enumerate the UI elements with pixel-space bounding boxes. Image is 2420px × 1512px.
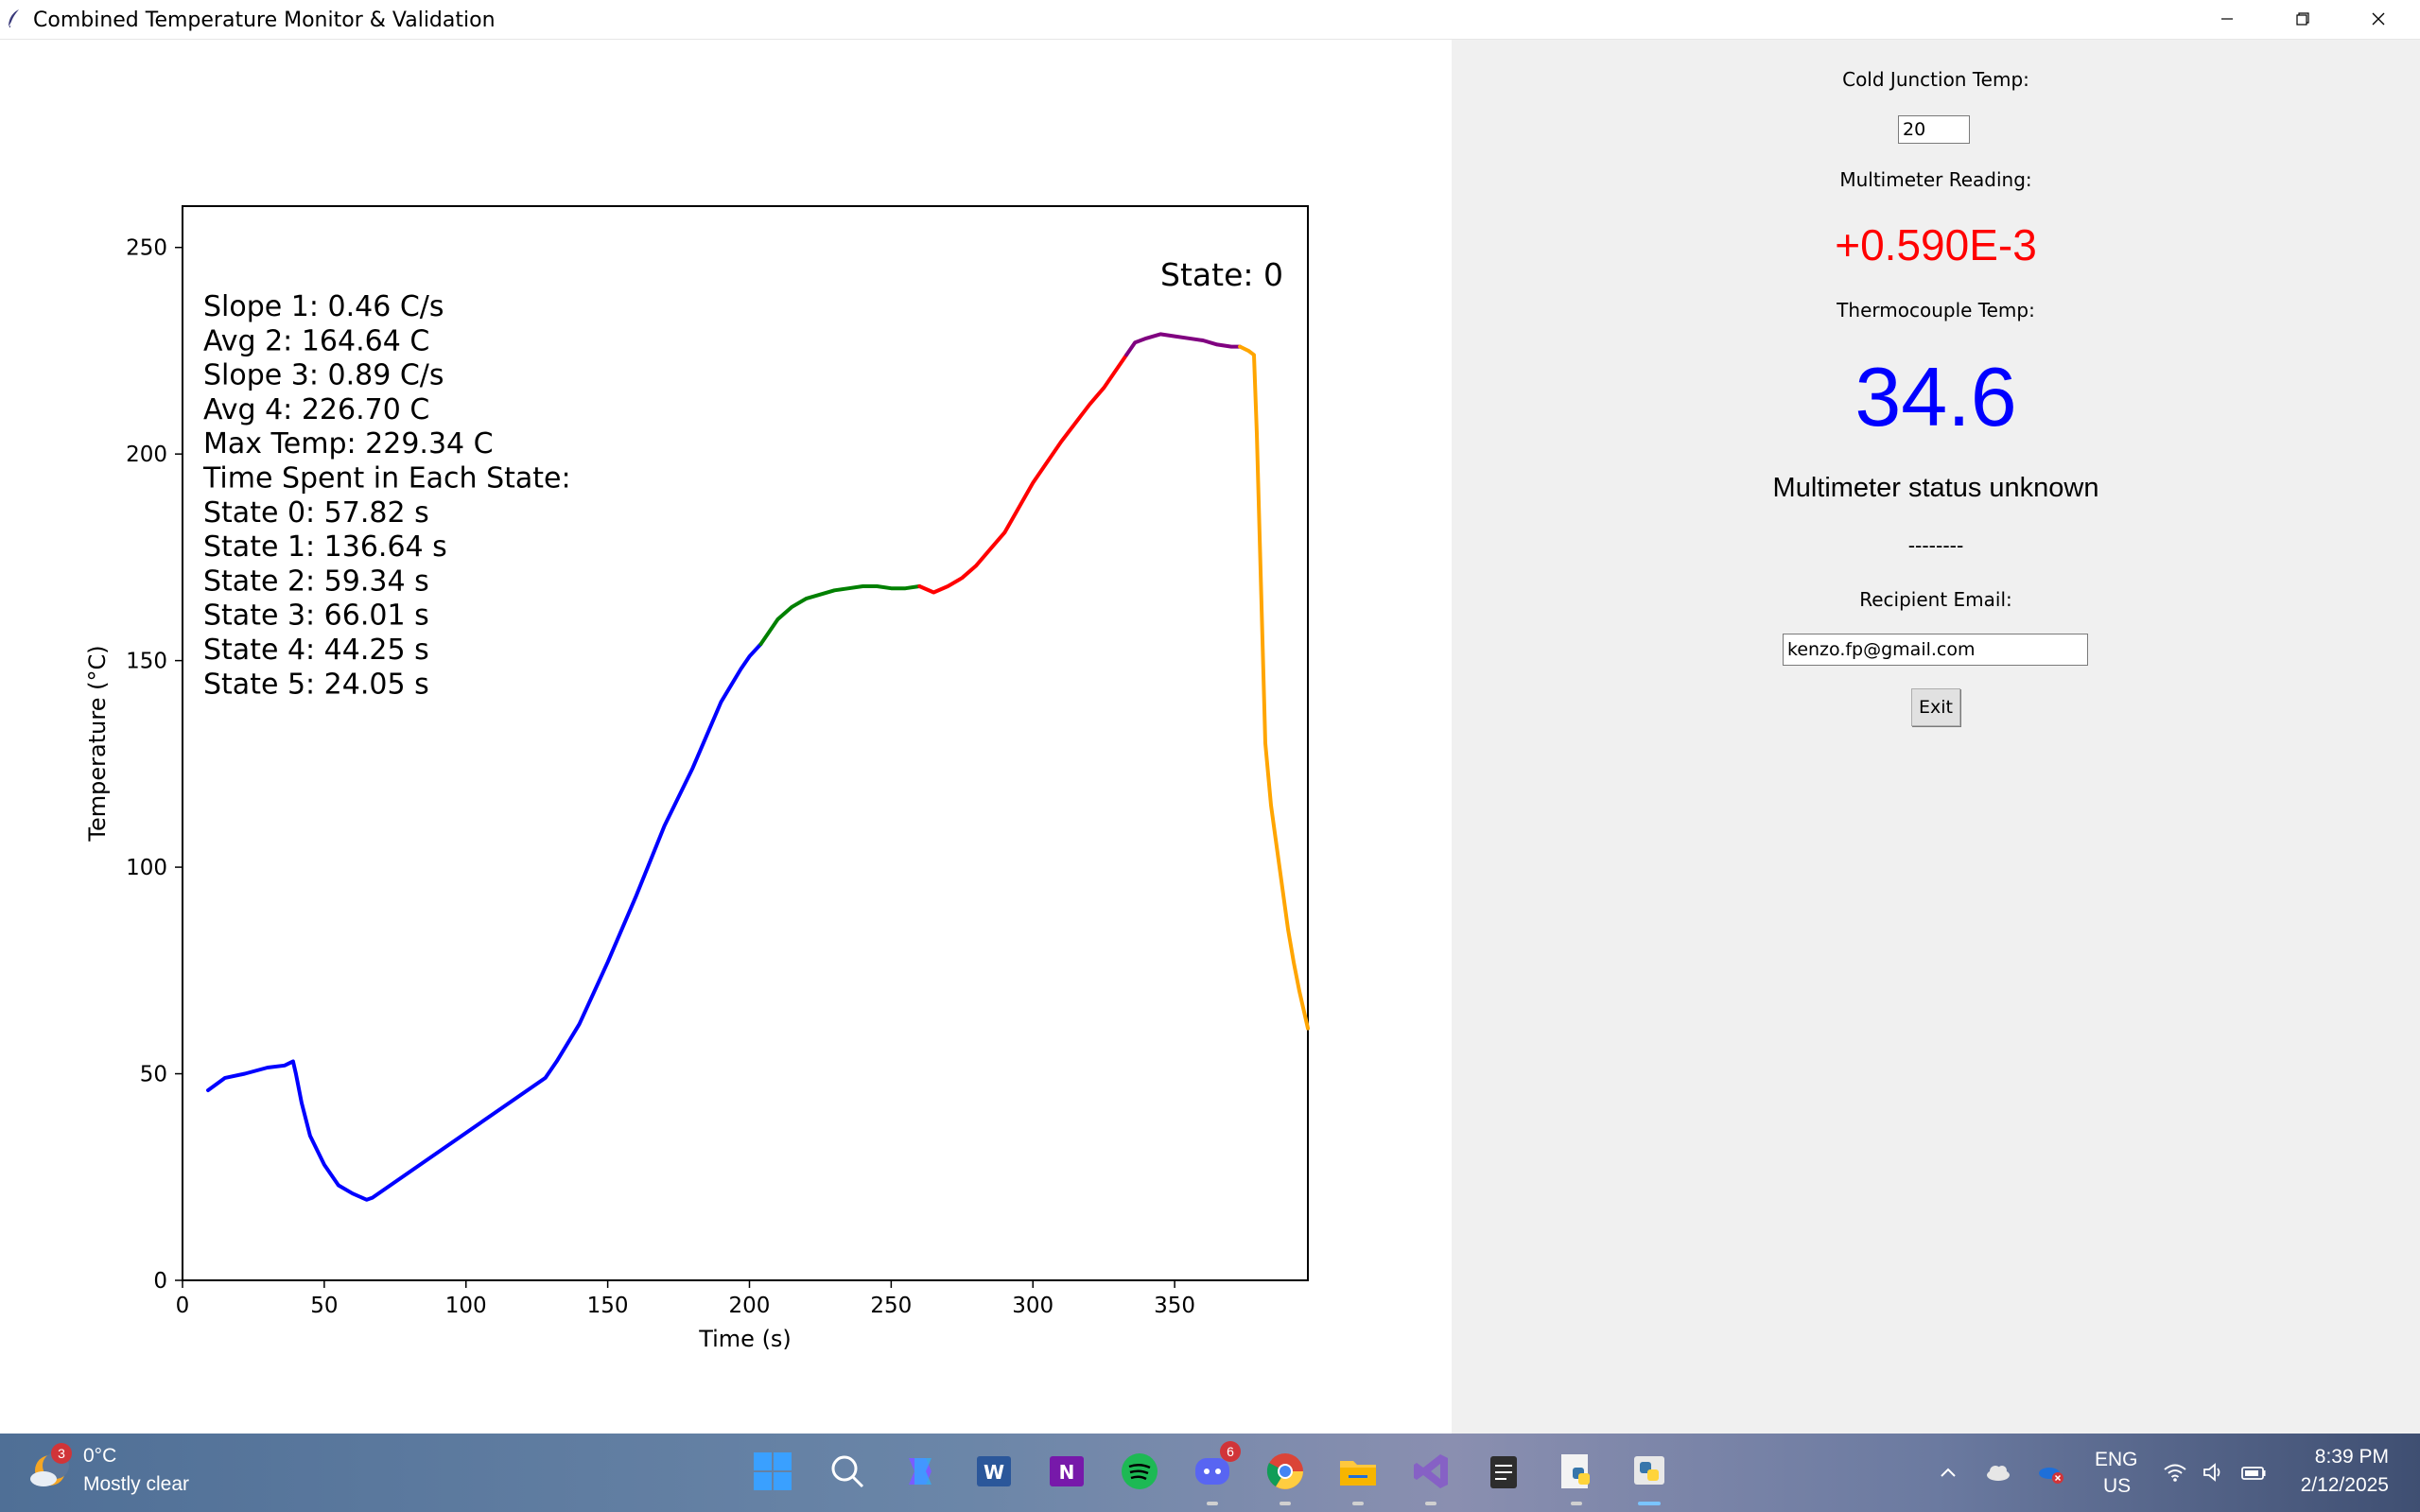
stats-line: State 1: 136.64 s [203, 530, 447, 564]
region-indicator[interactable]: US [2103, 1475, 2131, 1498]
exit-button[interactable]: Exit [1911, 688, 1960, 726]
stats-line: Slope 3: 0.89 C/s [203, 359, 444, 392]
running-indicator [1280, 1502, 1291, 1505]
python-file-icon [1561, 1454, 1590, 1488]
volume-icon[interactable] [2200, 1458, 2228, 1486]
y-tick-label: 0 [153, 1269, 167, 1294]
search-icon[interactable] [823, 1447, 872, 1496]
weather-description[interactable]: Mostly clear [83, 1473, 189, 1496]
y-axis-label: Temperature (°C) [84, 645, 111, 842]
active-indicator [1638, 1502, 1661, 1505]
x-axis-label: Time (s) [698, 1326, 792, 1352]
svg-text:N: N [1059, 1461, 1075, 1484]
email-label: Recipient Email: [1859, 588, 2012, 611]
minimize-button[interactable] [2189, 0, 2265, 39]
multimeter-reading: +0.590E-3 [1835, 220, 2037, 269]
python-app[interactable] [1625, 1447, 1674, 1505]
feather-icon [8, 9, 19, 28]
chrome-app[interactable] [1261, 1447, 1310, 1505]
visual-studio-app[interactable] [1406, 1447, 1455, 1505]
weather-temp[interactable]: 0°C [83, 1445, 116, 1468]
discord-badge: 6 [1220, 1441, 1241, 1462]
stats-line: State 2: 59.34 s [203, 565, 429, 598]
onedrive-icon[interactable] [1984, 1458, 2012, 1486]
copilot-icon[interactable] [896, 1447, 945, 1496]
thermocouple-temp: 34.6 [1854, 350, 2017, 443]
control-panel: Cold Junction Temp: Multimeter Reading: … [1452, 40, 2420, 1434]
x-tick-label: 200 [729, 1294, 771, 1318]
wifi-icon[interactable] [2161, 1458, 2189, 1486]
discord-app[interactable]: 6 [1188, 1441, 1241, 1505]
spotify-icon[interactable] [1115, 1447, 1164, 1496]
svg-text:W: W [984, 1461, 1004, 1484]
title-bar: Combined Temperature Monitor & Validatio… [0, 0, 2420, 40]
folder-icon [1340, 1461, 1376, 1486]
separator: -------- [1907, 533, 1964, 557]
series-line-state-2 [917, 353, 1129, 595]
taskbar: 3 0°C Mostly clear W N 6 ENG US 8:39 PM … [0, 1434, 2420, 1512]
word-icon[interactable]: W [969, 1447, 1018, 1496]
stats-line: State 5: 24.05 s [203, 668, 429, 701]
notepad-icon[interactable] [1479, 1447, 1528, 1496]
y-tick-label: 150 [126, 650, 167, 674]
multimeter-status: Multimeter status unknown [1772, 473, 2099, 503]
x-tick-label: 300 [1012, 1294, 1053, 1318]
x-tick-label: 350 [1154, 1294, 1195, 1318]
x-tick-label: 250 [870, 1294, 912, 1318]
series-line-state-4 [1238, 344, 1310, 1031]
security-alert-icon[interactable] [2037, 1458, 2065, 1486]
x-tick-label: 150 [587, 1294, 629, 1318]
close-button[interactable] [2341, 0, 2416, 39]
stats-line: State 4: 44.25 s [203, 634, 429, 667]
x-tick-label: 0 [176, 1294, 190, 1318]
stats-line: Slope 1: 0.46 C/s [203, 290, 444, 323]
series-line-state-3 [1124, 332, 1243, 357]
stats-line: Max Temp: 229.34 C [203, 427, 494, 461]
running-indicator [1425, 1502, 1436, 1505]
temperature-chart: 0 50 100 150 200 250 300 350 0 50 100 150 200 250 Sta… [84, 205, 1310, 1352]
stats-line: State 3: 66.01 s [203, 600, 429, 633]
x-tick-label: 100 [445, 1294, 487, 1318]
running-indicator [1571, 1502, 1582, 1505]
y-tick-label: 50 [140, 1063, 167, 1087]
stats-text: Slope 1: 0.46 C/sAvg 2: 164.64 CSlope 3:… [202, 290, 571, 701]
visual-studio-icon [1414, 1454, 1448, 1488]
file-explorer-app[interactable] [1333, 1447, 1383, 1505]
state-annotation: State: 0 [1160, 256, 1283, 293]
stats-line: Time Spent in Each State: [202, 462, 571, 495]
y-tick-label: 200 [126, 443, 167, 467]
y-tick-label: 100 [126, 856, 167, 880]
python-icon [1634, 1456, 1664, 1485]
x-tick-label: 50 [310, 1294, 338, 1318]
clock-time[interactable]: 8:39 PM [2315, 1446, 2389, 1469]
clock-date[interactable]: 2/12/2025 [2301, 1474, 2389, 1497]
python-file-app[interactable] [1552, 1447, 1601, 1505]
stats-line: State 0: 57.82 s [203, 496, 429, 530]
running-indicator [1207, 1502, 1218, 1505]
weather-badge: 3 [51, 1443, 72, 1464]
thermocouple-label: Thermocouple Temp: [1837, 299, 2035, 322]
multimeter-label: Multimeter Reading: [1839, 168, 2032, 191]
series-line-state-0 [206, 642, 763, 1202]
email-input[interactable] [1783, 634, 2088, 666]
cold-junction-label: Cold Junction Temp: [1842, 68, 2029, 91]
chrome-icon [1266, 1453, 1303, 1489]
plot-area: 0 50 100 150 200 250 300 350 0 50 100 150 200 250 Sta… [0, 40, 1452, 1434]
running-indicator [1352, 1502, 1364, 1505]
chevron-up-icon[interactable] [1934, 1458, 1962, 1486]
stats-line: Avg 4: 226.70 C [203, 393, 429, 426]
stats-line: Avg 2: 164.64 C [203, 324, 429, 357]
window-title: Combined Temperature Monitor & Validatio… [33, 9, 496, 32]
series-line-state-1 [758, 584, 922, 647]
battery-icon[interactable] [2239, 1458, 2268, 1486]
restore-button[interactable] [2265, 0, 2341, 39]
cold-junction-input[interactable] [1898, 115, 1970, 144]
y-tick-label: 250 [126, 236, 167, 261]
start-icon[interactable] [748, 1447, 797, 1496]
onenote-icon[interactable]: N [1042, 1447, 1091, 1496]
language-indicator[interactable]: ENG [2095, 1449, 2138, 1471]
